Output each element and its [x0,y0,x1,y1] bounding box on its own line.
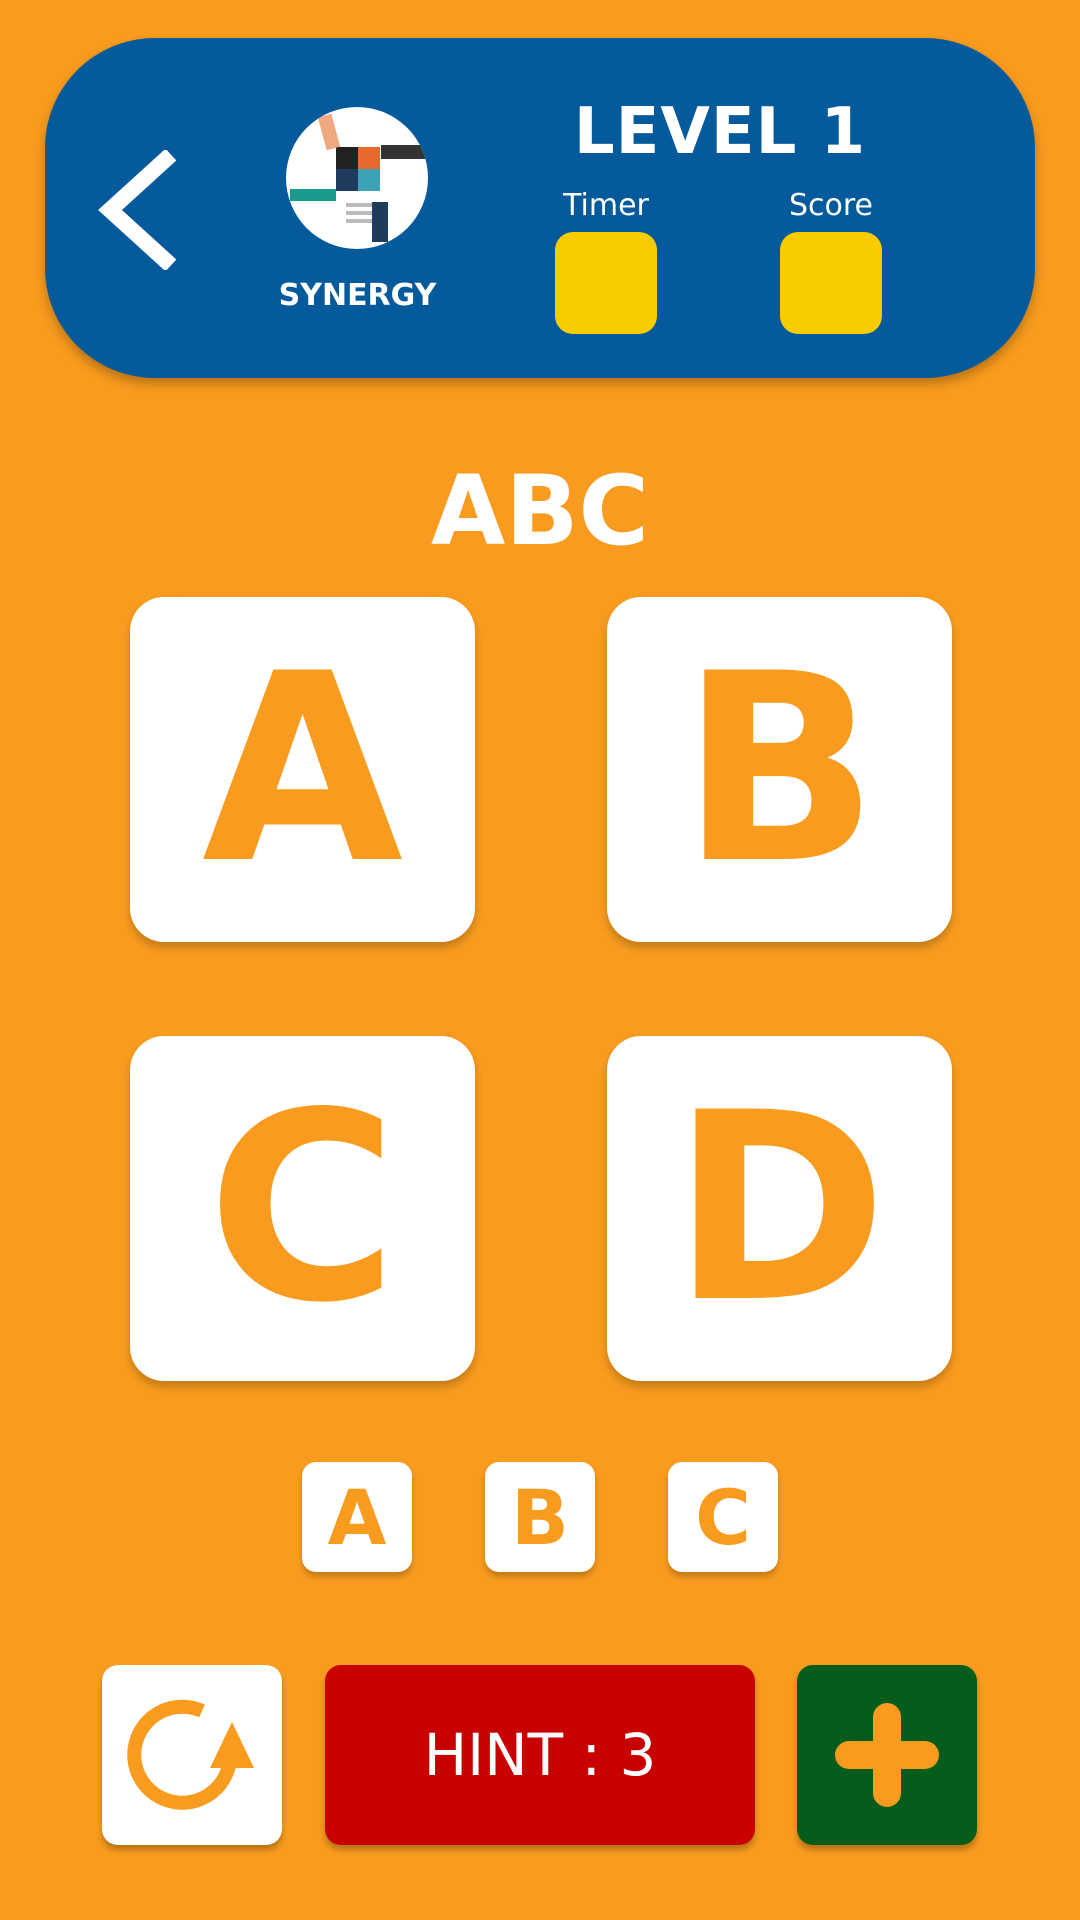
level-title: LEVEL 1 [573,95,867,169]
hint-button[interactable]: HINT : 3 [325,1665,755,1845]
refresh-button[interactable] [102,1665,282,1845]
answer-slot-3[interactable]: C [668,1462,778,1572]
puzzle-hands-icon [290,113,425,242]
answer-slot-2[interactable]: B [485,1462,595,1572]
score-label: Score [788,188,874,223]
timer-value-box [555,232,657,334]
plus-button[interactable] [797,1665,977,1845]
plus-icon [835,1703,939,1807]
refresh-icon [127,1699,254,1810]
option-tile-c[interactable]: C [130,1036,475,1381]
question-word: ABC [431,455,649,567]
category-label: SYNERGY [278,278,437,313]
category-image [286,107,428,249]
answer-slot-1[interactable]: A [302,1462,412,1572]
back-chevron-icon[interactable] [95,150,185,270]
option-tile-b[interactable]: B [607,597,952,942]
option-tile-a[interactable]: A [130,597,475,942]
hint-label: HINT : 3 [423,1721,657,1789]
option-tile-d[interactable]: D [607,1036,952,1381]
score-value-box [780,232,882,334]
timer-label: Timer [563,188,649,223]
